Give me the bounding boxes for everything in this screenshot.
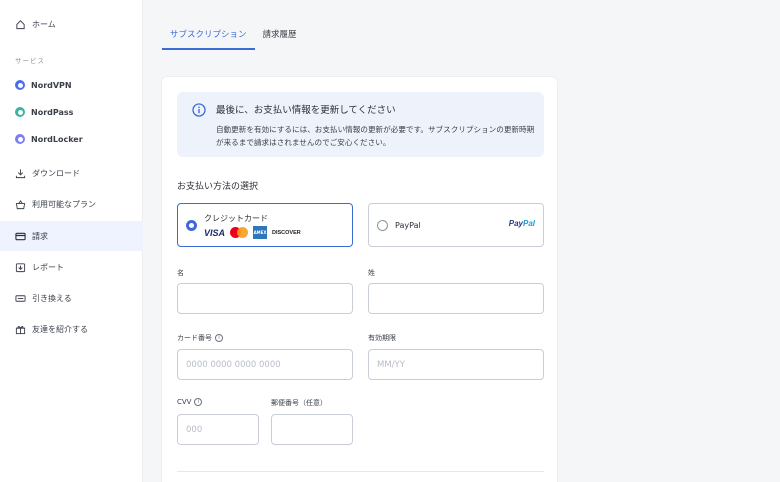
sidebar-item-label: レポート: [32, 262, 64, 272]
card-number-field[interactable]: [177, 349, 353, 380]
sidebar-item-label: 引き換える: [32, 293, 72, 303]
nordpass-icon: [15, 107, 25, 117]
info-icon: [192, 102, 206, 117]
report-icon: [15, 262, 26, 273]
sidebar-item-download[interactable]: ダウンロード: [0, 158, 143, 188]
ticket-icon: [15, 293, 26, 304]
card-number-info-icon[interactable]: i: [215, 334, 223, 342]
card-number-label-row: カード番号 i: [177, 333, 223, 343]
sidebar-item-label: 請求: [32, 231, 48, 241]
tab-bar: サブスクリプション 請求履歴: [162, 22, 305, 50]
amex-logo: AMEX: [253, 226, 268, 239]
gift-icon: [15, 324, 26, 335]
sidebar-item-nordvpn[interactable]: NordVPN: [0, 70, 143, 100]
tab-subscription[interactable]: サブスクリプション: [162, 22, 255, 50]
sidebar-item-label: 利用可能なプラン: [32, 199, 96, 209]
paypal-label: PayPal: [395, 221, 421, 230]
credit-card-label: クレジットカード: [204, 214, 268, 223]
info-title: 最後に、お支払い情報を更新してください: [216, 105, 396, 116]
sidebar-item-label: NordVPN: [31, 80, 72, 90]
expiry-label: 有効期限: [368, 334, 396, 342]
home-icon: [15, 19, 26, 30]
card-number-label: カード番号: [177, 334, 212, 342]
expiry-field[interactable]: [368, 349, 544, 380]
payment-method-title: お支払い方法の選択: [177, 182, 259, 192]
cvv-label-row: CVV i: [177, 398, 203, 406]
postal-code-field[interactable]: [271, 414, 353, 445]
sidebar-item-plans[interactable]: 利用可能なプラン: [0, 189, 143, 219]
nordvpn-icon: [15, 80, 25, 90]
sidebar-item-label: 友達を紹介する: [32, 324, 88, 334]
info-banner: 最後に、お支払い情報を更新してください 自動更新を有効にするには、お支払い情報の…: [177, 92, 544, 157]
sidebar-item-report[interactable]: レポート: [0, 252, 143, 282]
mastercard-logo: [230, 227, 249, 238]
basket-icon: [15, 199, 26, 210]
postal-code-label: 郵便番号（任意）: [271, 399, 327, 407]
last-name-field[interactable]: [368, 283, 544, 314]
sidebar-item-billing[interactable]: 請求: [0, 221, 143, 251]
credit-card-icon: [15, 231, 26, 242]
last-name-label: 姓: [368, 269, 375, 277]
nordlocker-icon: [15, 134, 25, 144]
sidebar-item-label: NordLocker: [31, 134, 83, 144]
cvv-label: CVV: [177, 398, 192, 406]
first-name-field[interactable]: [177, 283, 353, 314]
download-icon: [15, 168, 26, 179]
sidebar-item-label: ダウンロード: [32, 168, 80, 178]
sidebar-item-label: NordPass: [31, 107, 74, 117]
cvv-field[interactable]: [177, 414, 259, 445]
payment-card: 最後に、お支払い情報を更新してください 自動更新を有効にするには、お支払い情報の…: [161, 76, 558, 482]
info-body: 自動更新を有効にするには、お支払い情報の更新が必要です。サブスクリプションの更新…: [216, 125, 535, 147]
credit-card-option[interactable]: クレジットカード VISA AMEX DISCOVER: [177, 203, 353, 247]
card-logos: VISA AMEX DISCOVER: [204, 226, 301, 239]
tab-billing-history[interactable]: 請求履歴: [255, 22, 305, 50]
sidebar-item-label: ホーム: [32, 19, 56, 29]
sidebar-item-home[interactable]: ホーム: [0, 9, 143, 39]
services-heading: サービス: [15, 57, 45, 65]
cvv-info-icon[interactable]: i: [194, 398, 203, 406]
paypal-logo-pay: Pay: [508, 219, 523, 228]
sidebar-item-refer[interactable]: 友達を紹介する: [0, 314, 143, 344]
sidebar: ホーム サービス NordVPN NordPass NordLocker ダウン…: [0, 0, 143, 482]
first-name-label: 名: [177, 269, 184, 277]
paypal-radio[interactable]: [377, 220, 388, 231]
paypal-logo-pal: Pal: [522, 219, 535, 228]
sidebar-item-nordlocker[interactable]: NordLocker: [0, 124, 143, 154]
discover-logo: DISCOVER: [272, 229, 301, 236]
paypal-option[interactable]: PayPal PayPal: [368, 203, 544, 247]
credit-card-radio[interactable]: [186, 220, 197, 231]
paypal-logo: PayPal: [509, 219, 535, 228]
divider: [177, 471, 544, 472]
sidebar-item-redeem[interactable]: 引き換える: [0, 283, 143, 313]
visa-logo: VISA: [204, 227, 226, 238]
sidebar-item-nordpass[interactable]: NordPass: [0, 97, 143, 127]
